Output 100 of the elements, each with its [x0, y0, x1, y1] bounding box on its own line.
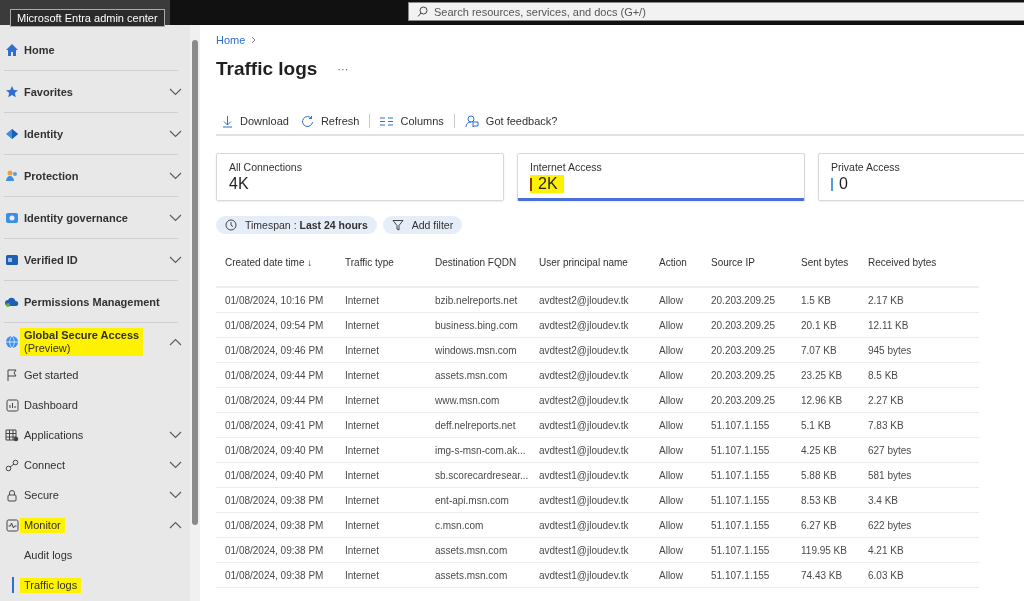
timespan-filter[interactable]: Timespan : Last 24 hours: [216, 216, 377, 234]
nav-item[interactable]: Applications: [0, 420, 190, 450]
add-filter-button[interactable]: Add filter: [382, 216, 463, 234]
card-value: 4K: [229, 175, 250, 193]
nav-item[interactable]: Favorites: [0, 71, 190, 113]
columns-icon: [380, 116, 394, 126]
columns-button[interactable]: Columns: [374, 110, 450, 132]
table-cell: 622 bytes: [859, 512, 979, 538]
table-cell: Internet: [336, 312, 426, 338]
summary-card[interactable]: All Connections 4K: [216, 153, 504, 201]
nav-item[interactable]: Traffic logs: [0, 570, 190, 600]
card-label: Private Access: [831, 161, 901, 173]
table-cell: 20.203.209.25: [702, 387, 792, 413]
summary-card[interactable]: Internet Access 2K: [517, 153, 805, 201]
download-button[interactable]: Download: [216, 110, 295, 132]
feedback-icon: [464, 114, 479, 128]
dashboard-icon: [5, 398, 19, 412]
table-cell: 2.27 KB: [859, 387, 979, 413]
column-header[interactable]: Source IP: [702, 255, 792, 287]
nav-item[interactable]: Get started: [0, 360, 190, 390]
nav-item[interactable]: Protection: [0, 155, 190, 197]
table-cell: 6.03 KB: [859, 562, 979, 588]
table-cell: Allow: [650, 337, 702, 363]
nav-item[interactable]: Identity: [0, 113, 190, 155]
table-cell: Allow: [650, 437, 702, 463]
table-cell: Internet: [336, 562, 426, 588]
table-cell: 5.88 KB: [792, 462, 859, 488]
table-cell: 581 bytes: [859, 462, 979, 488]
more-button[interactable]: ···: [337, 63, 349, 75]
table-cell: 74.43 KB: [792, 562, 859, 588]
table-cell: www.msn.com: [426, 387, 530, 413]
nav-item[interactable]: Permissions Management: [0, 281, 190, 323]
nav-item[interactable]: Dashboard: [0, 390, 190, 420]
table-cell: avdtest1@jloudev.tk: [530, 412, 650, 438]
nav-item[interactable]: Identity governance: [0, 197, 190, 239]
table-cell: 01/08/2024, 10:16 PM: [216, 287, 336, 313]
nav-item[interactable]: Connect: [0, 450, 190, 480]
refresh-button[interactable]: Refresh: [294, 110, 366, 132]
table-cell: assets.msn.com: [426, 562, 530, 588]
flag-icon: [5, 368, 19, 382]
summary-card[interactable]: Private Access 0: [818, 153, 1024, 201]
table-cell: 1.5 KB: [792, 287, 859, 313]
breadcrumb-link[interactable]: Home: [216, 34, 246, 46]
feedback-button[interactable]: Got feedback?: [458, 110, 564, 132]
column-header[interactable]: Sent bytes: [792, 255, 859, 287]
refresh-icon: [300, 114, 314, 128]
nav-item[interactable]: Monitor: [0, 510, 190, 540]
table-cell: 01/08/2024, 09:40 PM: [216, 462, 336, 488]
table-cell: Allow: [650, 312, 702, 338]
nav-item[interactable]: Secure: [0, 480, 190, 510]
table-cell: avdtest1@jloudev.tk: [530, 537, 650, 563]
nav-item[interactable]: Home: [0, 29, 190, 71]
table-cell: 4.21 KB: [859, 537, 979, 563]
table-cell: deff.nelreports.net: [426, 412, 530, 438]
scrollbar[interactable]: [192, 40, 198, 525]
people-icon: [5, 169, 19, 183]
table-cell: 01/08/2024, 09:46 PM: [216, 337, 336, 363]
table-cell: Allow: [650, 462, 702, 488]
table-cell: 51.107.1.155: [702, 412, 792, 438]
column-header[interactable]: User principal name: [530, 255, 650, 287]
table-cell: avdtest1@jloudev.tk: [530, 437, 650, 463]
table-cell: Allow: [650, 487, 702, 513]
table-cell: windows.msn.com: [426, 337, 530, 363]
table-cell: Allow: [650, 287, 702, 313]
search-field[interactable]: Search resources, services, and docs (G+/): [408, 2, 1024, 21]
table-cell: 51.107.1.155: [702, 487, 792, 513]
table-cell: Internet: [336, 337, 426, 363]
table-cell: Allow: [650, 562, 702, 588]
table-cell: 12.11 KB: [859, 312, 979, 338]
id-card-icon: [5, 253, 19, 267]
table-cell: 01/08/2024, 09:38 PM: [216, 487, 336, 513]
chevron-right-icon: [251, 36, 257, 44]
search-icon: [417, 6, 428, 17]
table-cell: Internet: [336, 287, 426, 313]
table-cell: Allow: [650, 537, 702, 563]
table-cell: Allow: [650, 362, 702, 388]
table-cell: Internet: [336, 412, 426, 438]
column-header[interactable]: Created date time ↓: [216, 255, 336, 287]
table-cell: 01/08/2024, 09:38 PM: [216, 537, 336, 563]
diamond-icon: [5, 127, 19, 141]
table-cell: 23.25 KB: [792, 362, 859, 388]
table-cell: 20.203.209.25: [702, 287, 792, 313]
table-cell: 627 bytes: [859, 437, 979, 463]
filter-icon: [391, 219, 404, 231]
download-icon: [222, 114, 233, 128]
table-cell: Allow: [650, 412, 702, 438]
table-cell: 7.83 KB: [859, 412, 979, 438]
column-header[interactable]: Received bytes: [859, 255, 979, 287]
nav-item[interactable]: Verified ID: [0, 239, 190, 281]
column-header[interactable]: Traffic type: [336, 255, 426, 287]
column-header[interactable]: Action: [650, 255, 702, 287]
card-label: All Connections: [229, 161, 303, 173]
nav-item[interactable]: Audit logs: [0, 540, 190, 570]
table-cell: avdtest1@jloudev.tk: [530, 462, 650, 488]
table-cell: 51.107.1.155: [702, 462, 792, 488]
column-header[interactable]: Destination FQDN: [426, 255, 530, 287]
card-value: 0: [831, 175, 854, 193]
table-cell: avdtest2@jloudev.tk: [530, 387, 650, 413]
table-cell: avdtest2@jloudev.tk: [530, 287, 650, 313]
monitor-icon: [5, 518, 19, 532]
